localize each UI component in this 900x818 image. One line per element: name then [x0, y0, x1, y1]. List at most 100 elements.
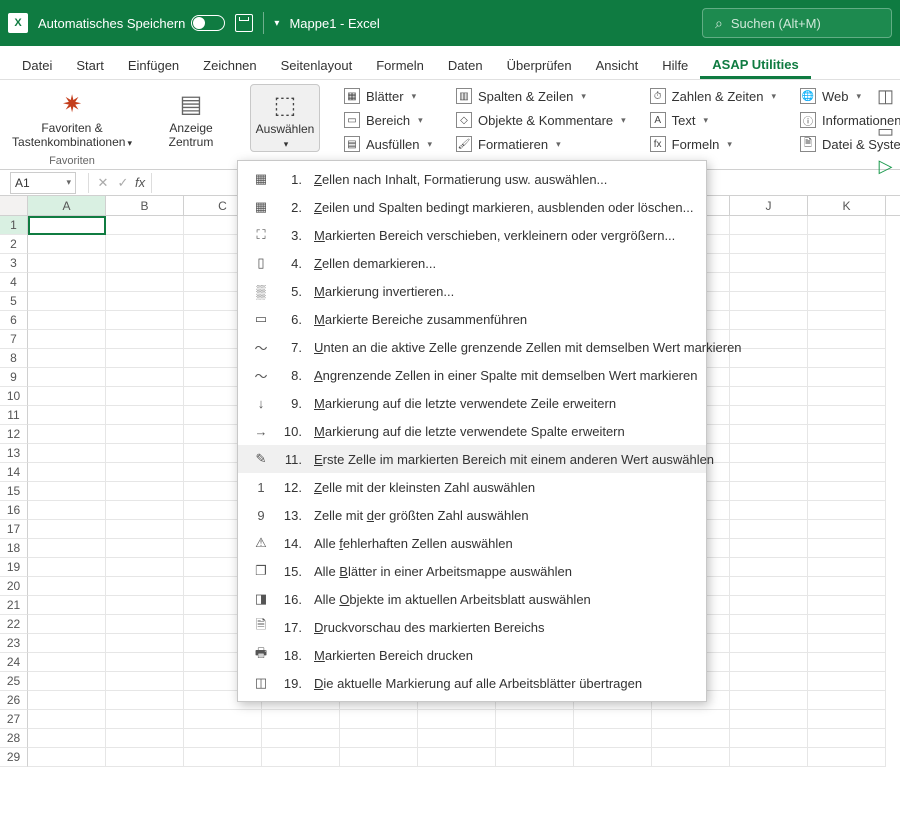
cell[interactable] — [808, 596, 886, 615]
search-input[interactable]: ⌕ Suchen (Alt+M) — [702, 8, 892, 38]
cell[interactable] — [496, 729, 574, 748]
cell[interactable] — [730, 387, 808, 406]
row-header[interactable]: 12 — [0, 425, 28, 444]
cell[interactable] — [106, 463, 184, 482]
cell[interactable] — [808, 311, 886, 330]
cell[interactable] — [574, 748, 652, 767]
cell[interactable] — [496, 710, 574, 729]
tab-ansicht[interactable]: Ansicht — [584, 52, 651, 79]
cell[interactable] — [808, 425, 886, 444]
cell[interactable] — [28, 729, 106, 748]
cell[interactable] — [730, 520, 808, 539]
cell[interactable] — [496, 748, 574, 767]
cell[interactable] — [28, 577, 106, 596]
cell[interactable] — [106, 520, 184, 539]
cell[interactable] — [106, 558, 184, 577]
menu-item-10[interactable]: →10.Markierung auf die letzte verwendete… — [238, 417, 706, 445]
cell[interactable] — [28, 672, 106, 691]
menu-item-8[interactable]: 〜8.Angrenzende Zellen in einer Spalte mi… — [238, 361, 706, 389]
cell[interactable] — [106, 596, 184, 615]
menu-item-19[interactable]: ◫19.Die aktuelle Markierung auf alle Arb… — [238, 669, 706, 697]
column-header[interactable]: B — [106, 196, 184, 215]
row-header[interactable]: 9 — [0, 368, 28, 387]
cell[interactable] — [418, 748, 496, 767]
cell[interactable] — [106, 482, 184, 501]
tab-asap-utilities[interactable]: ASAP Utilities — [700, 51, 810, 79]
cell[interactable] — [28, 311, 106, 330]
autosave-toggle[interactable]: Automatisches Speichern — [38, 15, 225, 31]
cell[interactable] — [28, 463, 106, 482]
menu-item-3[interactable]: ⛶3.Markierten Bereich verschieben, verkl… — [238, 221, 706, 249]
row-header[interactable]: 23 — [0, 634, 28, 653]
cell[interactable] — [730, 748, 808, 767]
row-header[interactable]: 24 — [0, 653, 28, 672]
cell[interactable] — [808, 235, 886, 254]
cell[interactable] — [652, 710, 730, 729]
accept-icon[interactable]: ✓ — [113, 175, 133, 191]
column-header[interactable]: J — [730, 196, 808, 215]
save-icon[interactable] — [235, 14, 253, 32]
cell[interactable] — [106, 216, 184, 235]
cell[interactable] — [808, 501, 886, 520]
tab-überprüfen[interactable]: Überprüfen — [495, 52, 584, 79]
cell[interactable] — [28, 254, 106, 273]
cell[interactable] — [106, 444, 184, 463]
chevron-down-icon[interactable]: ▾ — [66, 177, 71, 188]
name-box[interactable]: A1 ▾ — [10, 172, 76, 194]
menu-item-5[interactable]: ▒5.Markierung invertieren... — [238, 277, 706, 305]
cell[interactable] — [28, 368, 106, 387]
cell[interactable] — [28, 634, 106, 653]
cell[interactable] — [28, 292, 106, 311]
ribbon-formeln-button[interactable]: fxFormeln▾ — [644, 134, 782, 154]
cell[interactable] — [808, 520, 886, 539]
ribbon-objekte-kommentare-button[interactable]: ◇Objekte & Kommentare▾ — [450, 110, 632, 130]
menu-item-4[interactable]: ▯4.Zellen demarkieren... — [238, 249, 706, 277]
cell[interactable] — [808, 292, 886, 311]
cell[interactable] — [28, 349, 106, 368]
row-header[interactable]: 6 — [0, 311, 28, 330]
cell[interactable] — [808, 615, 886, 634]
cell[interactable] — [418, 710, 496, 729]
menu-item-6[interactable]: ▭6.Markierte Bereiche zusammenführen — [238, 305, 706, 333]
cell[interactable] — [730, 425, 808, 444]
cell[interactable] — [808, 444, 886, 463]
row-header[interactable]: 8 — [0, 349, 28, 368]
cell[interactable] — [730, 311, 808, 330]
ribbon-formatieren-button[interactable]: 🖌Formatieren▾ — [450, 134, 632, 154]
select-all-corner[interactable] — [0, 196, 28, 215]
cell[interactable] — [106, 748, 184, 767]
tab-einfügen[interactable]: Einfügen — [116, 52, 191, 79]
toggle-track[interactable] — [191, 15, 225, 31]
cell[interactable] — [652, 748, 730, 767]
row-header[interactable]: 1 — [0, 216, 28, 235]
cell[interactable] — [28, 425, 106, 444]
anzeige-zentrum-button[interactable]: ▤ Anzeige Zentrum — [156, 84, 226, 150]
ribbon-text-button[interactable]: AText▾ — [644, 110, 782, 130]
cell[interactable] — [808, 558, 886, 577]
cell[interactable] — [28, 520, 106, 539]
cell[interactable] — [730, 406, 808, 425]
row-header[interactable]: 26 — [0, 691, 28, 710]
cell[interactable] — [730, 596, 808, 615]
cell[interactable] — [730, 254, 808, 273]
cell[interactable] — [28, 482, 106, 501]
menu-item-15[interactable]: ❐15.Alle Blätter in einer Arbeitsmappe a… — [238, 557, 706, 585]
row-header[interactable]: 22 — [0, 615, 28, 634]
cell[interactable] — [808, 748, 886, 767]
cell[interactable] — [730, 482, 808, 501]
cell[interactable] — [28, 691, 106, 710]
cell[interactable] — [730, 463, 808, 482]
cell[interactable] — [418, 729, 496, 748]
play-icon[interactable]: ▷ — [879, 156, 893, 177]
cell[interactable] — [28, 444, 106, 463]
cell[interactable] — [730, 292, 808, 311]
row-header[interactable]: 4 — [0, 273, 28, 292]
row-header[interactable]: 14 — [0, 463, 28, 482]
cell[interactable] — [28, 710, 106, 729]
cancel-icon[interactable]: ✕ — [93, 175, 113, 191]
row-header[interactable]: 3 — [0, 254, 28, 273]
cell[interactable] — [808, 691, 886, 710]
cell[interactable] — [808, 406, 886, 425]
row-header[interactable]: 2 — [0, 235, 28, 254]
menu-item-18[interactable]: 🖶18.Markierten Bereich drucken — [238, 641, 706, 669]
